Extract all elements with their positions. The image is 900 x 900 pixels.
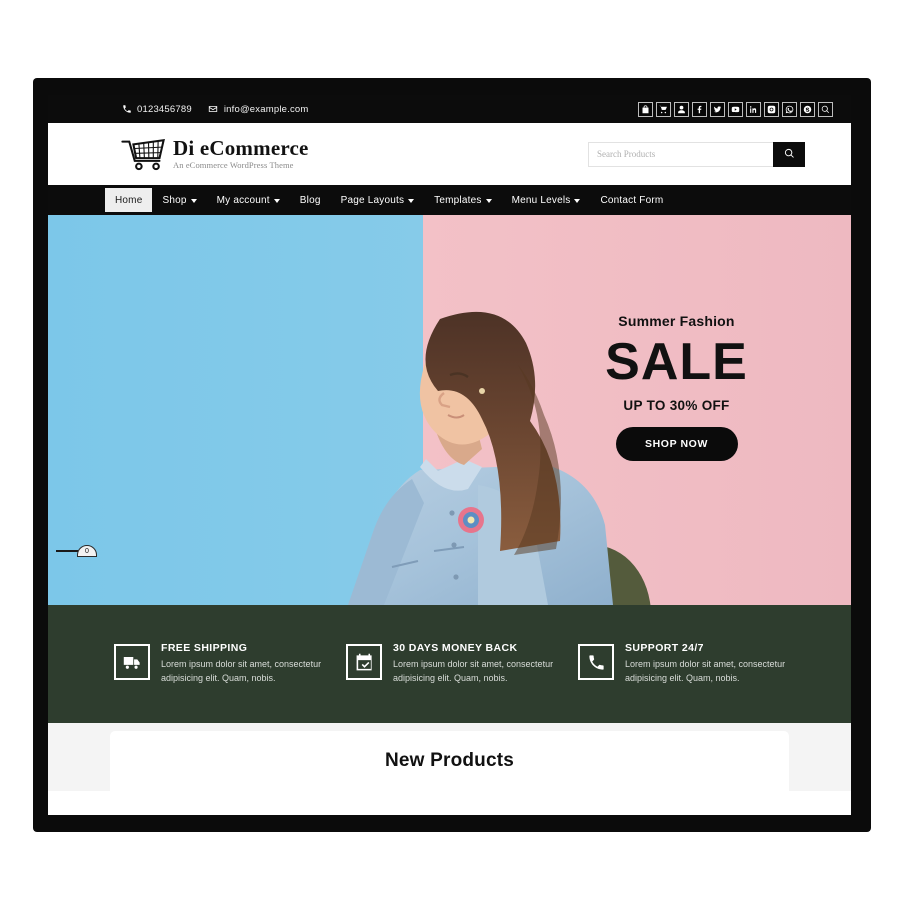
hero-slider: 0 Summer Fashion SALE UP TO 30% OFF SHOP… (48, 215, 851, 605)
nav-item-templates[interactable]: Templates (424, 188, 501, 212)
hero-caption: Summer Fashion SALE UP TO 30% OFF SHOP N… (579, 313, 774, 461)
twitter-icon[interactable] (710, 101, 725, 117)
youtube-icon[interactable] (728, 101, 743, 117)
service-feature-bar: FREE SHIPPING Lorem ipsum dolor sit amet,… (48, 605, 851, 723)
new-products-section: New Products (48, 723, 851, 791)
truck-icon (114, 644, 150, 681)
browser-window: 0123456789 info@example.com Di eCommerce… (48, 95, 851, 815)
chevron-down-icon (408, 198, 415, 203)
nav-item-label: Templates (434, 194, 482, 206)
topbar-email-text: info@example.com (223, 103, 309, 115)
feature-item: FREE SHIPPING Lorem ipsum dolor sit amet,… (114, 642, 346, 686)
top-utility-bar: 0123456789 info@example.com (48, 95, 851, 123)
hero-eyebrow: Summer Fashion (618, 313, 735, 329)
topbar-phone[interactable]: 0123456789 (121, 104, 192, 115)
logo-search-band: Di eCommerce An eCommerce WordPress Them… (48, 123, 851, 185)
slider-track (56, 550, 78, 552)
facebook-icon[interactable] (692, 101, 707, 117)
skype-icon[interactable] (800, 101, 815, 117)
phone-icon (578, 644, 614, 681)
nav-item-menu-levels[interactable]: Menu Levels (502, 188, 591, 212)
search-icon[interactable] (818, 101, 833, 117)
nav-item-page-layouts[interactable]: Page Layouts (331, 188, 425, 212)
page-title: New Products (384, 750, 515, 771)
nav-item-contact-form[interactable]: Contact Form (590, 188, 673, 212)
feature-title: SUPPORT 24/7 (625, 642, 704, 655)
slider-index[interactable]: 0 (77, 545, 97, 557)
nav-item-shop[interactable]: Shop (152, 188, 206, 212)
nav-item-label: Contact Form (600, 194, 664, 206)
main-navigation: Home Shop My account Blog Page Layouts Templa… (48, 185, 851, 215)
feature-description: Lorem ipsum dolor sit amet, consectetur … (161, 659, 322, 683)
cart-icon[interactable] (656, 101, 671, 117)
new-products-card: New Products (110, 731, 789, 791)
slider-navigation[interactable]: 0 (56, 545, 97, 557)
nav-item-label: Shop (162, 194, 187, 206)
brand-tagline: An eCommerce WordPress Theme (173, 160, 294, 171)
brand-title: Di eCommerce (173, 136, 309, 161)
brand-logo[interactable]: Di eCommerce An eCommerce WordPress Them… (121, 137, 309, 171)
shop-now-button[interactable]: SHOP NOW (615, 426, 738, 461)
calendar-check-icon (346, 644, 382, 681)
nav-item-label: Menu Levels (511, 194, 571, 206)
phone-icon (121, 104, 132, 115)
topbar-email[interactable]: info@example.com (208, 104, 309, 115)
instagram-icon[interactable] (764, 101, 779, 117)
nav-item-blog[interactable]: Blog (290, 188, 331, 212)
nav-item-home[interactable]: Home (105, 188, 153, 212)
user-icon[interactable] (674, 101, 689, 117)
nav-item-my-account[interactable]: My account (207, 188, 290, 212)
shopping-cart-icon (121, 137, 165, 171)
search-form (588, 141, 805, 167)
social-icon-group (638, 101, 833, 117)
feature-item: 30 DAYS MONEY BACK Lorem ipsum dolor sit … (346, 642, 578, 686)
topbar-contact-group: 0123456789 info@example.com (121, 104, 309, 115)
search-input[interactable] (588, 141, 773, 167)
nav-item-label: Page Layouts (340, 194, 405, 206)
bag-icon[interactable] (638, 101, 653, 117)
nav-item-label: My account (216, 194, 270, 206)
feature-title: FREE SHIPPING (161, 642, 248, 655)
chevron-down-icon (273, 198, 280, 203)
hero-headline: SALE (605, 333, 748, 391)
chevron-down-icon (485, 198, 492, 203)
feature-description: Lorem ipsum dolor sit amet, consectetur … (625, 659, 786, 683)
chevron-down-icon (190, 198, 197, 203)
nav-item-label: Blog (299, 194, 321, 206)
feature-description: Lorem ipsum dolor sit amet, consectetur … (393, 659, 554, 683)
linkedin-icon[interactable] (746, 101, 761, 117)
search-submit-button[interactable] (773, 141, 805, 167)
topbar-phone-text: 0123456789 (137, 103, 192, 115)
feature-title: 30 DAYS MONEY BACK (393, 642, 518, 655)
whatsapp-icon[interactable] (782, 101, 797, 117)
search-icon (784, 147, 795, 162)
hero-subline: UP TO 30% OFF (623, 397, 730, 413)
feature-item: SUPPORT 24/7 Lorem ipsum dolor sit amet, … (578, 642, 810, 686)
chevron-down-icon (574, 198, 581, 203)
nav-item-label: Home (115, 194, 143, 206)
envelope-icon (208, 104, 219, 115)
